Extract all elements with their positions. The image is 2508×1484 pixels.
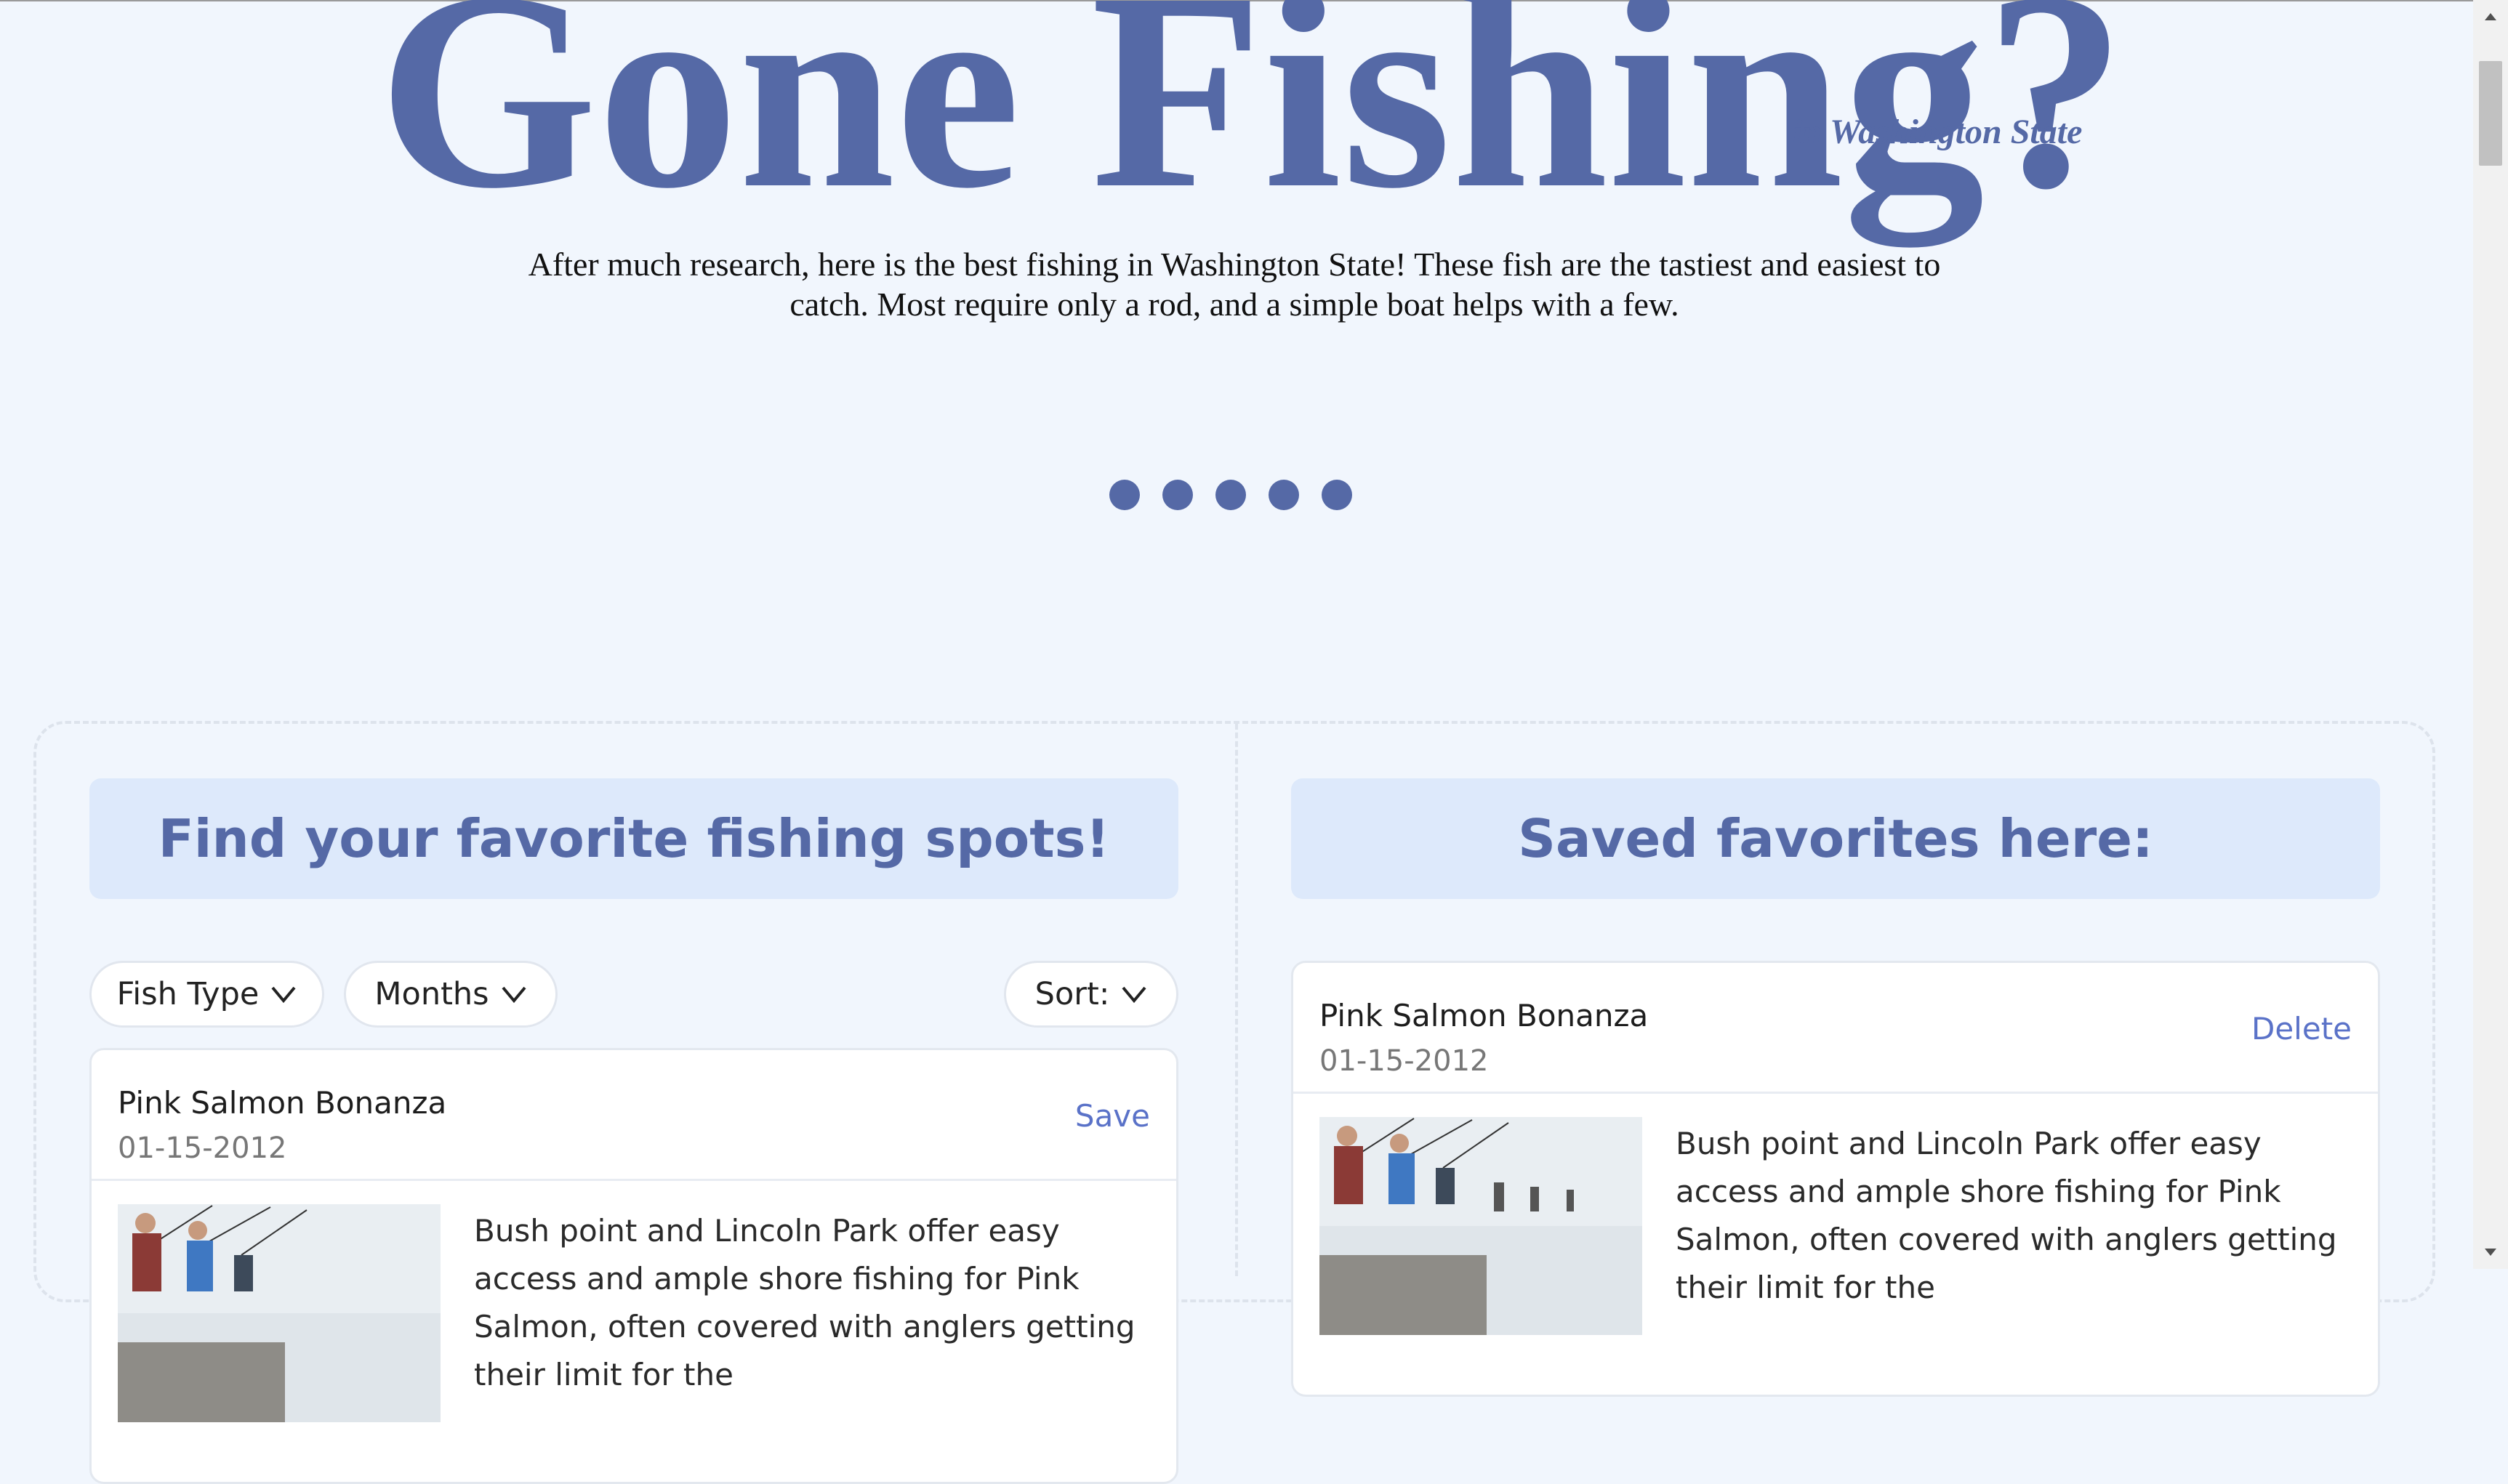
scroll-thumb[interactable]: [2479, 61, 2502, 166]
vertical-scrollbar[interactable]: [2473, 0, 2508, 1269]
card-date: 01-15-2012: [1319, 1044, 1489, 1078]
anglers-on-beach-photo: [118, 1204, 441, 1422]
chevron-down-icon: [502, 986, 526, 1004]
months-filter[interactable]: Months: [344, 961, 558, 1028]
card-header: Pink Salmon Bonanza 01-15-2012 Save: [92, 1050, 1176, 1181]
card-description: Bush point and Lincoln Park offer easy a…: [474, 1213, 1136, 1392]
carousel-dot-3[interactable]: [1215, 480, 1246, 510]
page: Gone Fishing? in Washington State After …: [0, 0, 2508, 1484]
card-header: Pink Salmon Bonanza 01-15-2012 Delete: [1293, 963, 2378, 1094]
card-description: Bush point and Lincoln Park offer easy a…: [1676, 1126, 2337, 1305]
chevron-down-icon: [1122, 986, 1146, 1004]
save-button[interactable]: Save: [1075, 1098, 1150, 1134]
months-label: Months: [374, 976, 489, 1012]
page-title: Gone Fishing?: [378, 0, 2126, 246]
card-title: Pink Salmon Bonanza: [118, 1085, 447, 1121]
delete-button[interactable]: Delete: [2251, 1011, 2352, 1047]
page-description: After much research, here is the best fi…: [528, 246, 1941, 323]
carousel-dots: [1109, 480, 1352, 510]
anglers-on-beach-photo: [1319, 1117, 1642, 1335]
fish-type-label: Fish Type: [116, 976, 260, 1012]
panel-divider: [1235, 724, 1238, 1276]
scroll-up-arrow[interactable]: [2473, 0, 2508, 35]
favorite-card: Pink Salmon Bonanza 01-15-2012 Delete Bu…: [1291, 961, 2380, 1397]
card-body: Bush point and Lincoln Park offer easy a…: [92, 1181, 1176, 1472]
saved-favorites-heading: Saved favorites here:: [1291, 778, 2380, 899]
fish-type-filter[interactable]: Fish Type: [89, 961, 324, 1028]
carousel-dot-2[interactable]: [1162, 480, 1193, 510]
scroll-down-arrow[interactable]: [2473, 1234, 2508, 1269]
chevron-down-icon: [271, 986, 296, 1004]
carousel-dot-4[interactable]: [1269, 480, 1299, 510]
find-spots-heading: Find your favorite fishing spots!: [89, 778, 1178, 899]
card-title: Pink Salmon Bonanza: [1319, 998, 1649, 1033]
card-body: Bush point and Lincoln Park offer easy a…: [1293, 1094, 2378, 1384]
spot-card: Pink Salmon Bonanza 01-15-2012 Save Bush…: [89, 1048, 1178, 1484]
carousel-dot-5[interactable]: [1322, 480, 1352, 510]
page-subtitle: in Washington State: [1793, 113, 2083, 151]
sort-dropdown[interactable]: Sort:: [1004, 961, 1178, 1028]
carousel-dot-1[interactable]: [1109, 480, 1140, 510]
card-date: 01-15-2012: [118, 1132, 287, 1165]
sort-label: Sort:: [1034, 976, 1110, 1012]
